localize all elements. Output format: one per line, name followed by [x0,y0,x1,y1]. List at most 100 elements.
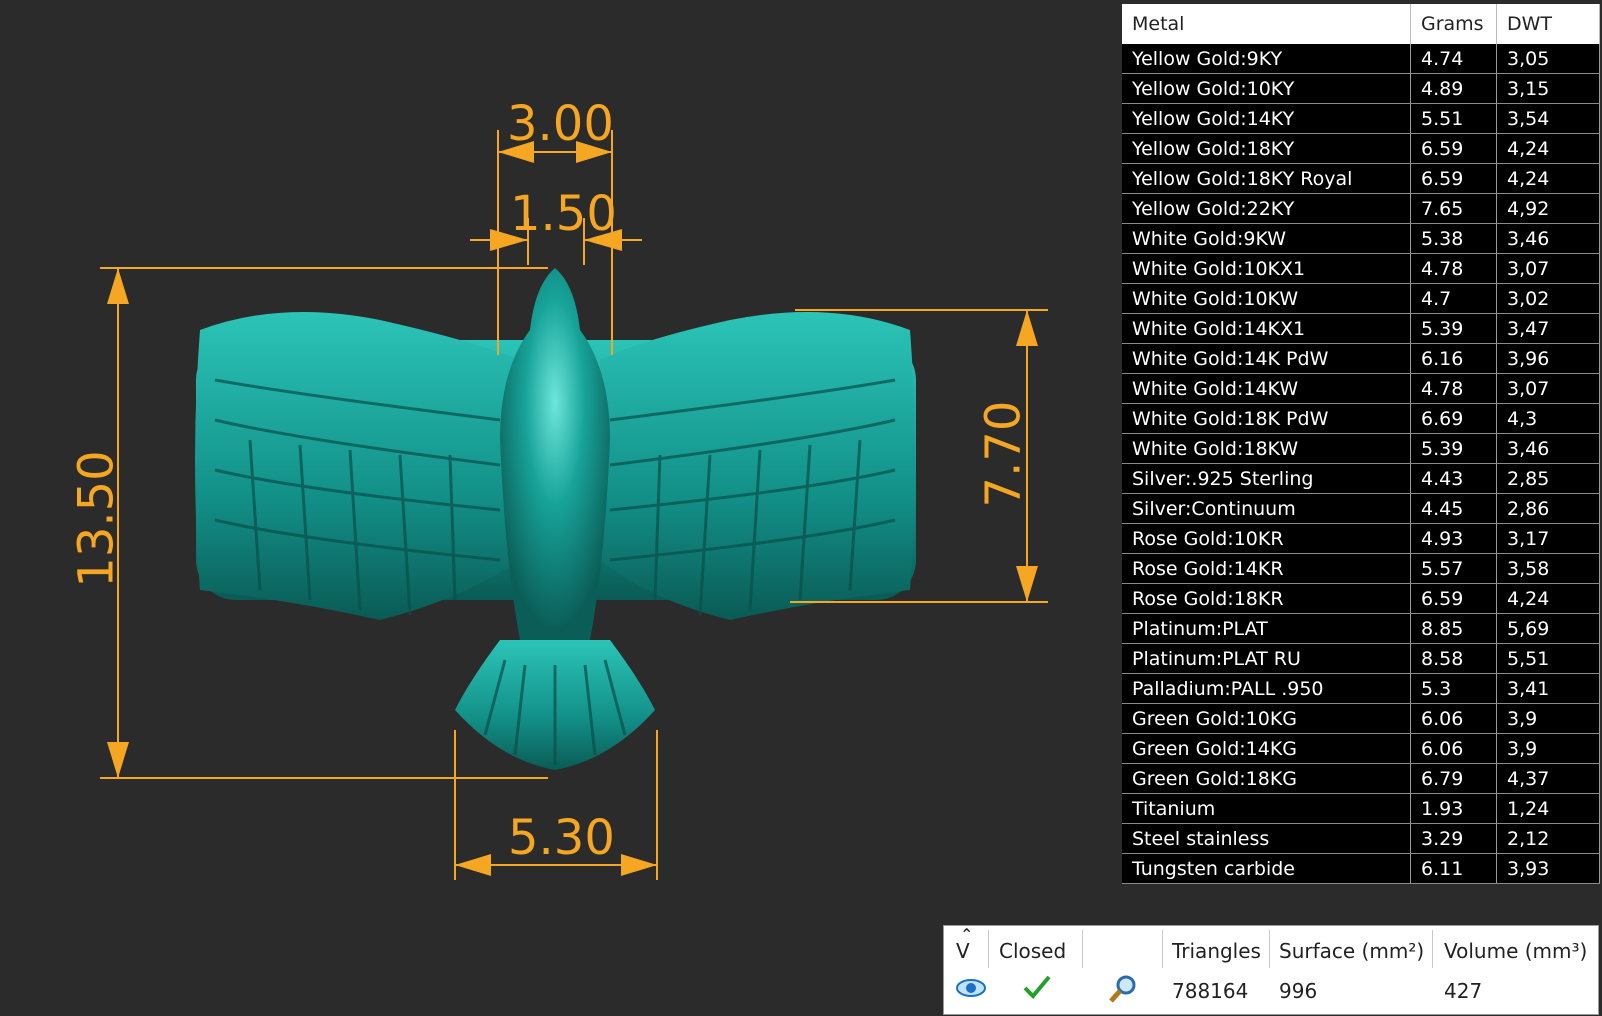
metal-name-cell: White Gold:18K PdW [1122,403,1411,434]
grams-cell: 8.85 [1410,613,1497,644]
dwt-cell: 3,54 [1496,103,1600,134]
table-row[interactable]: White Gold:9KW 5.38 3,46 [1122,223,1600,254]
dwt-cell: 3,46 [1496,223,1600,254]
column-header-dwt[interactable]: DWT [1496,4,1600,44]
table-row[interactable]: Yellow Gold:18KY Royal 6.59 4,24 [1122,163,1600,194]
dwt-cell: 5,69 [1496,613,1600,644]
grams-cell: 5.39 [1410,313,1497,344]
metal-name-cell: White Gold:9KW [1122,223,1411,254]
magnifier-icon[interactable] [1107,974,1137,1008]
table-row[interactable]: White Gold:10KX1 4.78 3,07 [1122,253,1600,284]
table-row[interactable]: Titanium 1.93 1,24 [1122,793,1600,824]
table-row[interactable]: White Gold:14KX1 5.39 3,47 [1122,313,1600,344]
dwt-cell: 3,9 [1496,733,1600,764]
surface-column-header[interactable]: Surface (mm²) [1279,932,1424,970]
mesh-stats-panel: V ⌃ Closed Triangles Surface (mm²) Volum… [943,925,1599,1015]
model-viewport[interactable]: 3.00 1.50 13.50 7.70 5.30 [0,0,1110,1016]
metal-name-cell: Yellow Gold:9KY [1122,44,1411,74]
table-row[interactable]: Rose Gold:14KR 5.57 3,58 [1122,553,1600,584]
grams-cell: 4.7 [1410,283,1497,314]
triangles-column-header[interactable]: Triangles [1172,932,1261,970]
dwt-cell: 1,24 [1496,793,1600,824]
table-row[interactable]: Steel stainless 3.29 2,12 [1122,823,1600,854]
dimension-label-top: 3.00 [507,96,614,152]
grams-cell: 5.39 [1410,433,1497,464]
dwt-cell: 2,85 [1496,463,1600,494]
table-row[interactable]: White Gold:10KW 4.7 3,02 [1122,283,1600,314]
table-row[interactable]: Rose Gold:10KR 4.93 3,17 [1122,523,1600,554]
metal-name-cell: Palladium:PALL .950 [1122,673,1411,704]
dwt-cell: 5,51 [1496,643,1600,674]
table-row[interactable]: Green Gold:10KG 6.06 3,9 [1122,703,1600,734]
grams-cell: 3.29 [1410,823,1497,854]
dimension-label-inner: 1.50 [510,186,617,242]
dwt-cell: 3,15 [1496,73,1600,104]
dwt-cell: 4,92 [1496,193,1600,224]
grams-cell: 4.89 [1410,73,1497,104]
volume-column-header[interactable]: Volume (mm³) [1444,932,1587,970]
table-row[interactable]: Silver:Continuum 4.45 2,86 [1122,493,1600,524]
grams-cell: 6.59 [1410,163,1497,194]
grams-cell: 5.38 [1410,223,1497,254]
grams-cell: 6.59 [1410,133,1497,164]
dimension-label-band-width: 7.70 [975,400,1032,508]
metal-name-cell: White Gold:14KW [1122,373,1411,404]
metal-name-cell: White Gold:18KW [1122,433,1411,464]
table-row[interactable]: White Gold:14K PdW 6.16 3,96 [1122,343,1600,374]
dwt-cell: 3,02 [1496,283,1600,314]
table-row[interactable]: Yellow Gold:22KY 7.65 4,92 [1122,193,1600,224]
table-row[interactable]: White Gold:18K PdW 6.69 4,3 [1122,403,1600,434]
grams-cell: 6.79 [1410,763,1497,794]
table-row[interactable]: Green Gold:18KG 6.79 4,37 [1122,763,1600,794]
dimension-label-tail-width: 5.30 [508,810,615,866]
sort-caret-icon: ⌃ [960,925,974,944]
table-row[interactable]: Green Gold:14KG 6.06 3,9 [1122,733,1600,764]
table-row[interactable]: Rose Gold:18KR 6.59 4,24 [1122,583,1600,614]
dwt-cell: 2,12 [1496,823,1600,854]
dimension-label-height: 13.50 [68,450,125,588]
grams-cell: 4.43 [1410,463,1497,494]
dwt-cell: 4,24 [1496,583,1600,614]
table-row[interactable]: White Gold:18KW 5.39 3,46 [1122,433,1600,464]
table-row[interactable]: Yellow Gold:18KY 6.59 4,24 [1122,133,1600,164]
table-row[interactable]: White Gold:14KW 4.78 3,07 [1122,373,1600,404]
table-row[interactable]: Yellow Gold:10KY 4.89 3,15 [1122,73,1600,104]
table-row[interactable]: Silver:.925 Sterling 4.43 2,85 [1122,463,1600,494]
grams-cell: 4.93 [1410,523,1497,554]
dwt-cell: 3,41 [1496,673,1600,704]
table-row[interactable]: Platinum:PLAT RU 8.58 5,51 [1122,643,1600,674]
dwt-cell: 3,05 [1496,44,1600,74]
grams-cell: 6.69 [1410,403,1497,434]
metal-name-cell: Yellow Gold:18KY [1122,133,1411,164]
dwt-cell: 3,07 [1496,253,1600,284]
column-header-grams[interactable]: Grams [1410,4,1497,44]
table-row[interactable]: Platinum:PLAT 8.85 5,69 [1122,613,1600,644]
visibility-column-header[interactable]: V ⌃ [956,925,973,970]
volume-value: 427 [1444,979,1483,1003]
dwt-cell: 3,9 [1496,703,1600,734]
metal-name-cell: Yellow Gold:22KY [1122,193,1411,224]
metal-name-cell: White Gold:10KW [1122,283,1411,314]
table-row[interactable]: Yellow Gold:9KY 4.74 3,05 [1122,44,1600,74]
triangles-value: 788164 [1172,979,1249,1003]
eagle-body [500,268,610,650]
column-header-metal[interactable]: Metal [1122,4,1411,44]
metal-name-cell: Silver:Continuum [1122,493,1411,524]
eye-icon[interactable] [956,974,986,1008]
metal-name-cell: Titanium [1122,793,1411,824]
metal-name-cell: Rose Gold:18KR [1122,583,1411,614]
metal-name-cell: White Gold:14KX1 [1122,313,1411,344]
metal-name-cell: Green Gold:14KG [1122,733,1411,764]
table-header-row: Metal Grams DWT [1122,4,1600,44]
table-row[interactable]: Yellow Gold:14KY 5.51 3,54 [1122,103,1600,134]
metal-name-cell: Green Gold:10KG [1122,703,1411,734]
table-row[interactable]: Tungsten carbide 6.11 3,93 [1122,853,1600,884]
table-row[interactable]: Palladium:PALL .950 5.3 3,41 [1122,673,1600,704]
metal-name-cell: Rose Gold:10KR [1122,523,1411,554]
closed-column-header[interactable]: Closed [999,932,1066,970]
eagle-ring-model [195,268,916,770]
dwt-cell: 3,93 [1496,853,1600,884]
grams-cell: 5.51 [1410,103,1497,134]
dwt-cell: 4,24 [1496,133,1600,164]
grams-cell: 1.93 [1410,793,1497,824]
